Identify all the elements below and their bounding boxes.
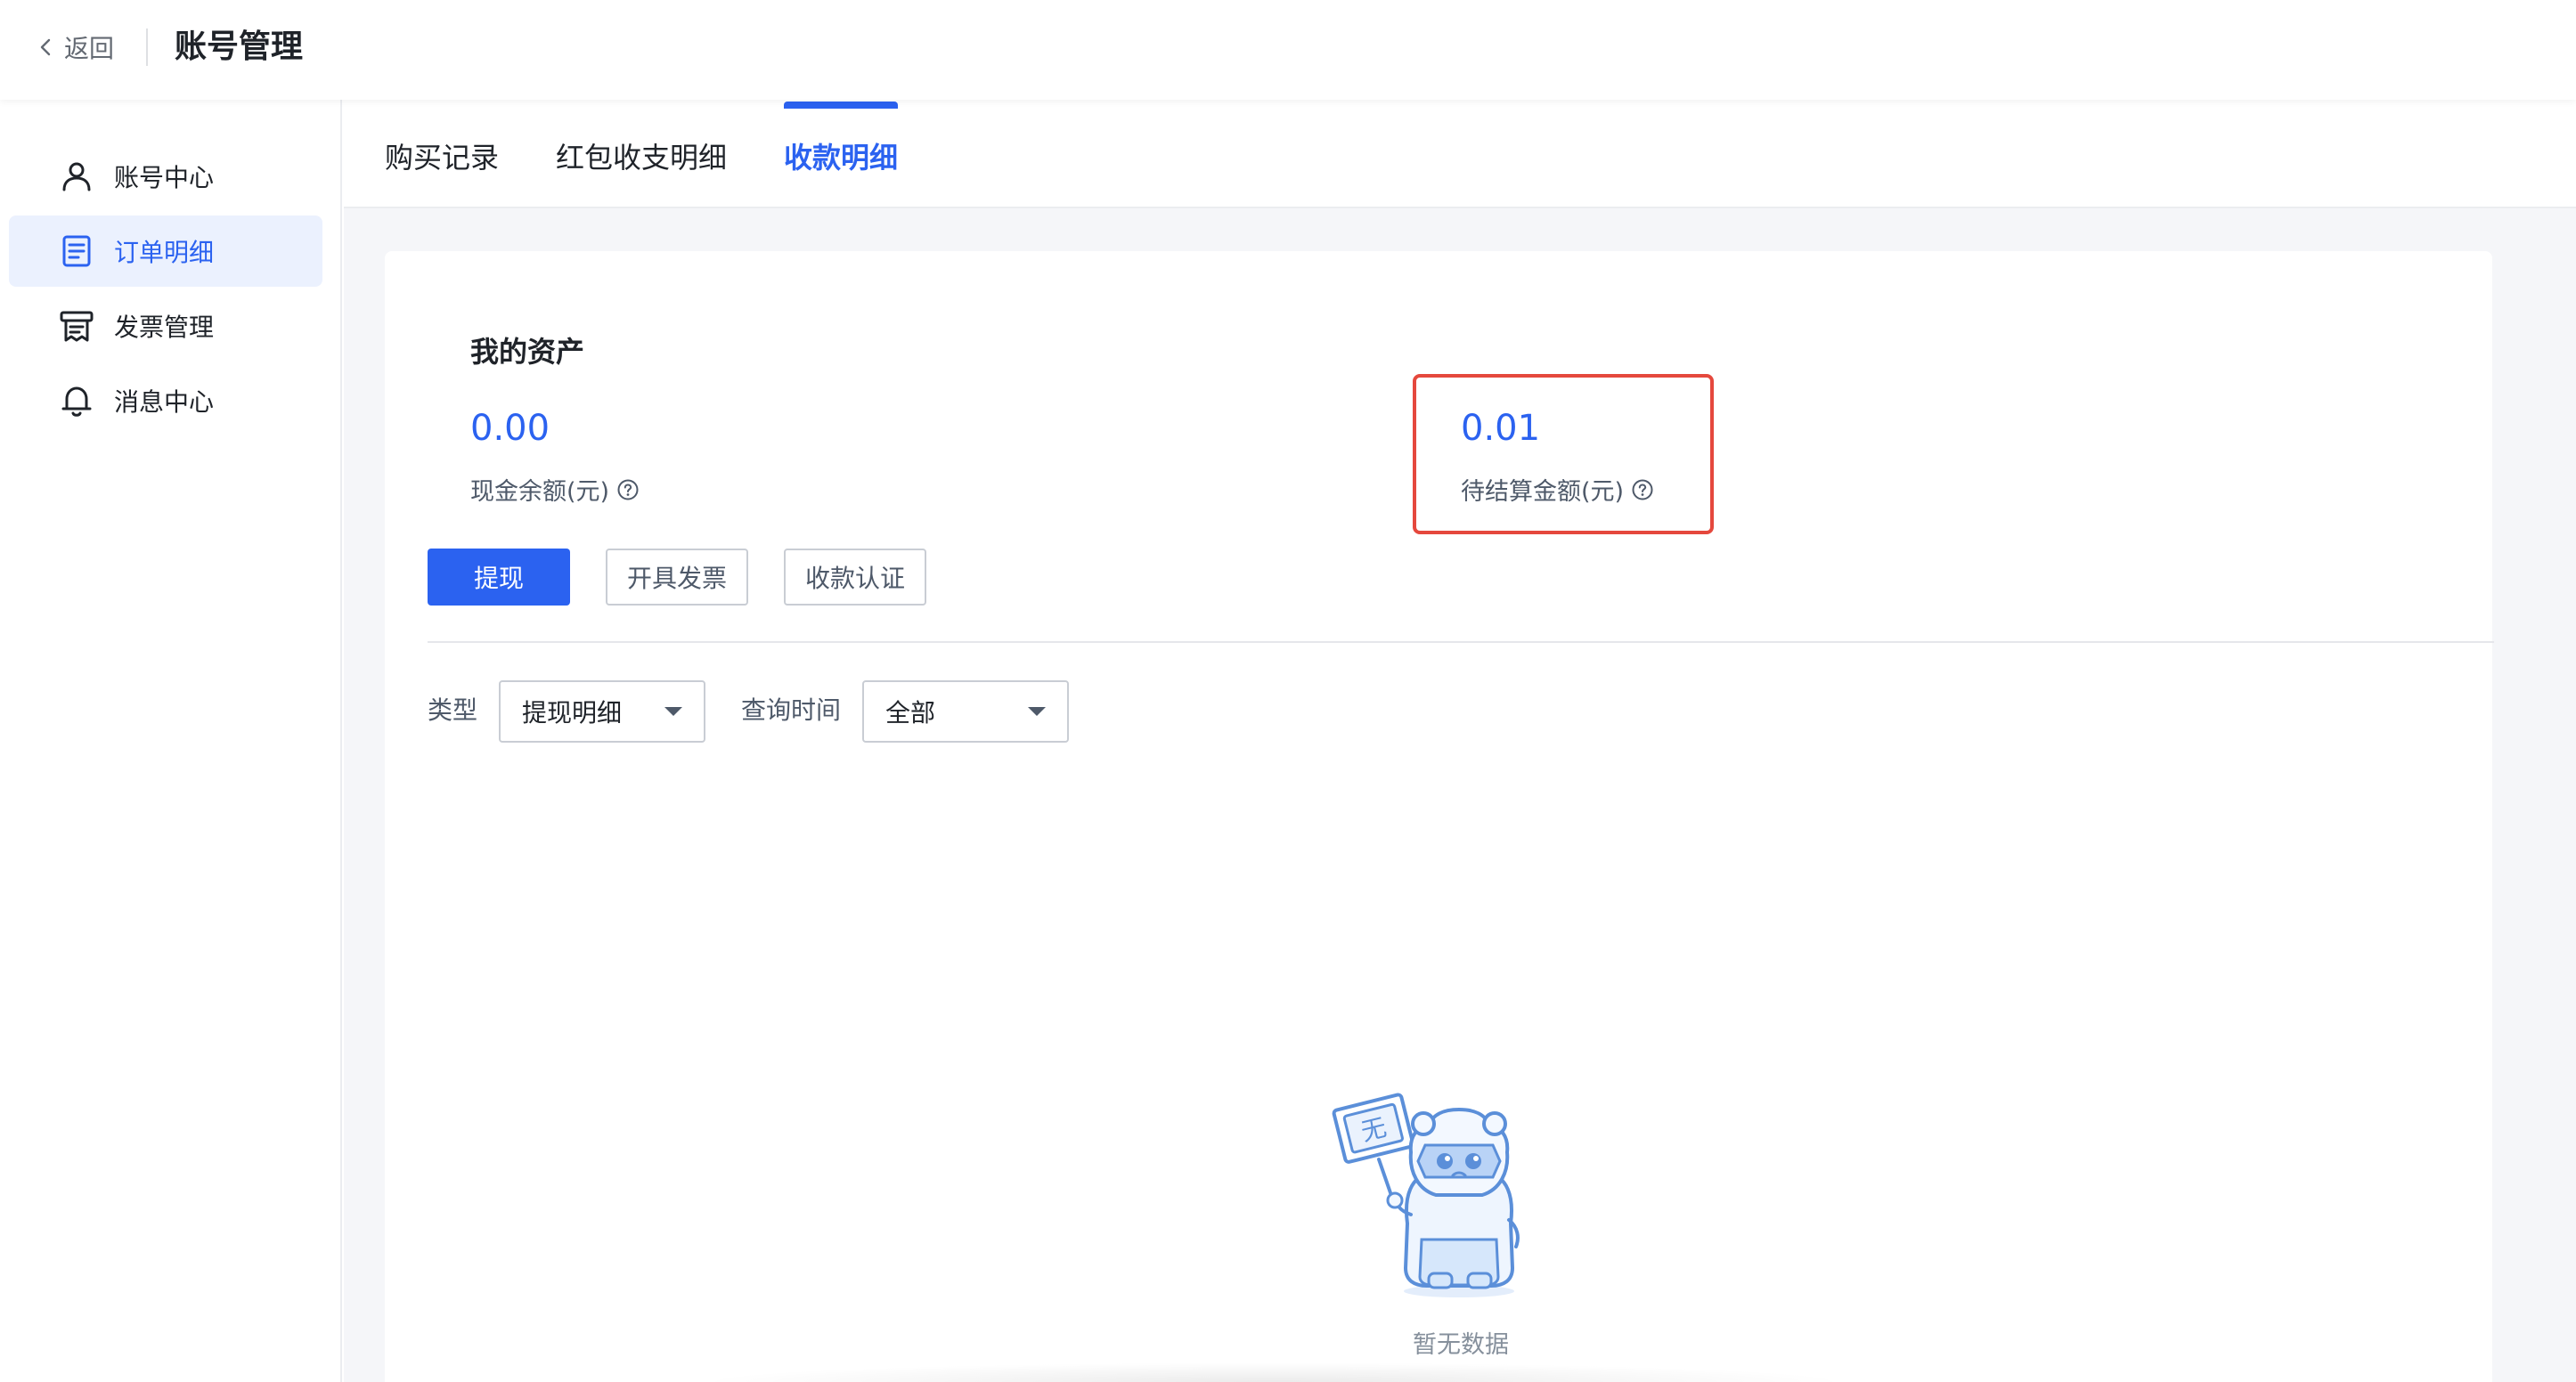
- tab-red-packet-details[interactable]: 红包收支明细: [556, 135, 727, 180]
- type-select-value: 提现明细: [522, 698, 623, 728]
- sidebar-item-label: 订单明细: [114, 238, 215, 267]
- order-list-icon: [62, 235, 91, 267]
- sidebar-item-label: 发票管理: [114, 313, 215, 342]
- pending-amount-label: 待结算金额(元): [1461, 472, 1654, 507]
- back-button[interactable]: 返回: [36, 27, 114, 68]
- type-select[interactable]: 提现明细: [499, 680, 705, 743]
- pending-amount-value: 0.01: [1461, 408, 1541, 449]
- sidebar-item-label: 消息中心: [114, 387, 215, 417]
- sidebar-item-account-center[interactable]: 账号中心: [9, 141, 322, 212]
- top-header: 返回 账号管理: [0, 0, 2576, 100]
- bell-icon: [61, 386, 92, 417]
- sidebar-item-label: 账号中心: [114, 163, 215, 192]
- pending-amount-label-text: 待结算金额(元): [1461, 478, 1625, 506]
- tab-purchase-records[interactable]: 购买记录: [385, 135, 499, 180]
- user-icon: [62, 162, 91, 191]
- sidebar-item-message-center[interactable]: 消息中心: [9, 365, 322, 436]
- withdraw-button[interactable]: 提现: [428, 549, 570, 606]
- tab-payment-details[interactable]: 收款明细: [784, 135, 898, 180]
- chevron-left-icon: [40, 38, 51, 56]
- empty-state-illustration: 无: [1332, 1093, 1520, 1297]
- sidebar-item-invoice-management[interactable]: 发票管理: [9, 290, 322, 362]
- query-time-select-value: 全部: [885, 698, 936, 728]
- back-label: 返回: [64, 34, 115, 63]
- caret-down-icon: [1028, 707, 1046, 716]
- type-filter-label: 类型: [428, 695, 478, 725]
- cash-balance-value: 0.00: [470, 408, 550, 449]
- empty-state-message: 暂无数据: [1413, 1331, 1509, 1359]
- query-time-select[interactable]: 全部: [862, 680, 1069, 743]
- active-tab-indicator: [784, 102, 898, 109]
- assets-title: 我的资产: [470, 335, 585, 369]
- header-divider: [146, 28, 148, 66]
- issue-invoice-button[interactable]: 开具发票: [606, 549, 748, 606]
- sidebar: 账号中心 订单明细 发票管理 消息中心: [0, 100, 342, 1382]
- tab-bar: 购买记录 红包收支明细 收款明细: [344, 100, 2576, 208]
- bottom-shadow: [695, 1362, 1853, 1382]
- help-icon[interactable]: [1631, 478, 1654, 501]
- help-icon[interactable]: [616, 478, 640, 501]
- section-divider: [428, 641, 2494, 643]
- cash-balance-label: 现金余额(元): [470, 472, 640, 507]
- cash-balance-label-text: 现金余额(元): [470, 478, 610, 506]
- payment-verification-button[interactable]: 收款认证: [784, 549, 926, 606]
- query-time-label: 查询时间: [741, 695, 842, 725]
- pending-amount-highlight: [1413, 374, 1714, 534]
- caret-down-icon: [664, 707, 682, 716]
- invoice-icon: [60, 311, 94, 342]
- page-title: 账号管理: [175, 28, 304, 65]
- sidebar-item-order-details[interactable]: 订单明细: [9, 215, 322, 287]
